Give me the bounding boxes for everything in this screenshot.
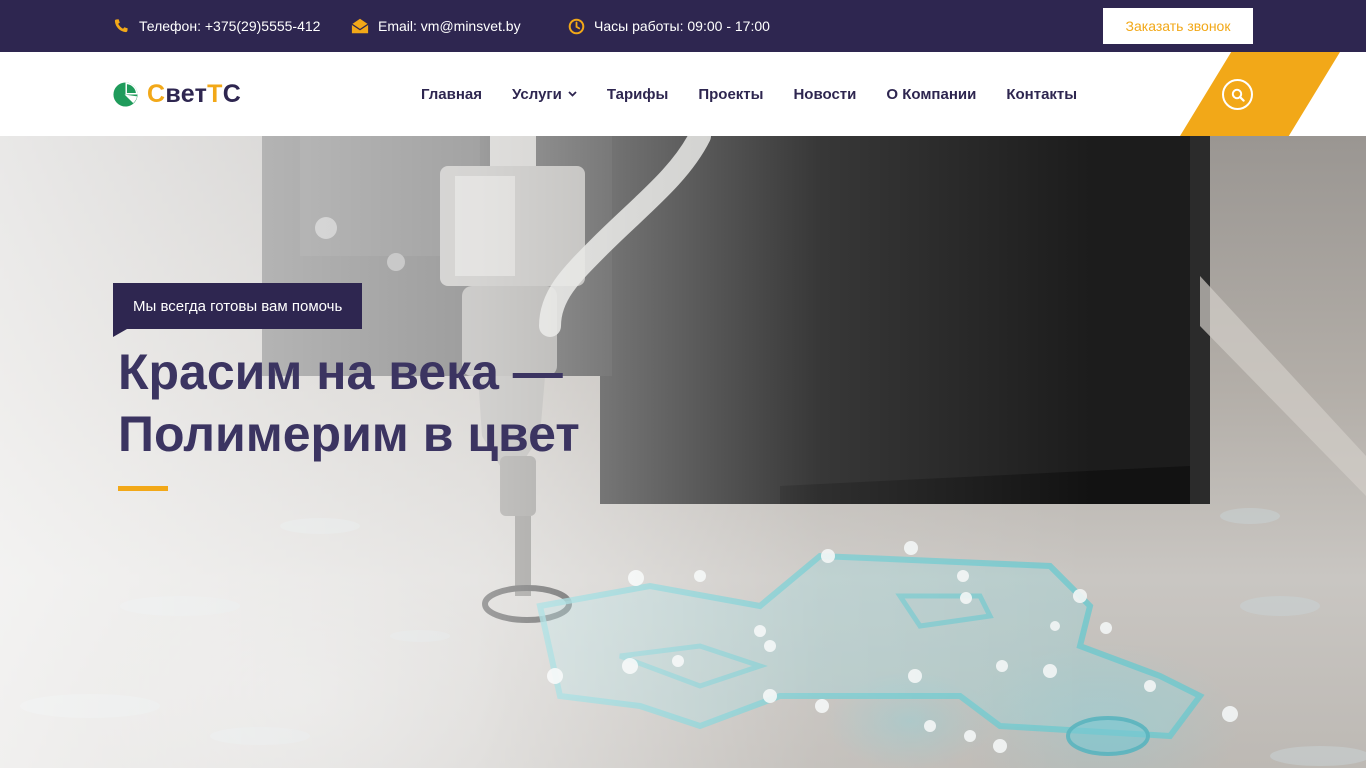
hours-label: Часы работы: 09:00 - 17:00 bbox=[594, 18, 770, 34]
hero-headline-line2: Полимерим в цвет bbox=[118, 406, 580, 462]
search-button[interactable] bbox=[1222, 79, 1253, 110]
logo-icon bbox=[113, 81, 138, 107]
logo-text-part: вет bbox=[165, 79, 208, 108]
nav-item-label: Главная bbox=[421, 85, 483, 103]
chevron-down-icon bbox=[568, 91, 577, 97]
main-nav: Главная Услуги Тарифы Проекты Новости О … bbox=[421, 52, 1077, 136]
nav-item-label: О Компании bbox=[886, 85, 977, 103]
logo-text: СветТС bbox=[147, 80, 241, 109]
top-bar: Телефон: +375(29)5555-412 Email: vm@mins… bbox=[0, 0, 1366, 52]
logo-text-part: С bbox=[147, 79, 166, 108]
nav-item-label: Тарифы bbox=[606, 85, 669, 103]
nav-item-tariffs[interactable]: Тарифы bbox=[607, 86, 668, 103]
phone-icon bbox=[112, 17, 130, 35]
nav-item-about[interactable]: О Компании bbox=[886, 86, 976, 103]
nav-item-home[interactable]: Главная bbox=[421, 86, 482, 103]
order-call-button[interactable]: Заказать звонок bbox=[1103, 8, 1253, 44]
nav-item-label: Услуги bbox=[512, 85, 562, 103]
phone-label: Телефон: +375(29)5555-412 bbox=[139, 18, 321, 34]
logo-text-part: Т bbox=[207, 79, 223, 108]
nav-item-label: Проекты bbox=[698, 85, 764, 103]
nav-item-label: Новости bbox=[793, 85, 857, 103]
envelope-icon bbox=[351, 17, 369, 35]
nav-item-news[interactable]: Новости bbox=[793, 86, 856, 103]
search-icon bbox=[1231, 88, 1245, 102]
site-logo[interactable]: СветТС bbox=[112, 52, 241, 136]
hero-headline-line1: Красим на века — bbox=[118, 344, 563, 400]
main-header: СветТС Главная Услуги Тарифы Проекты Нов… bbox=[0, 52, 1366, 136]
contact-phone[interactable]: Телефон: +375(29)5555-412 bbox=[112, 0, 320, 52]
logo-text-part: С bbox=[222, 79, 242, 108]
contact-email[interactable]: Email: vm@minsvet.by bbox=[351, 0, 521, 52]
clock-icon bbox=[567, 17, 585, 35]
tagline-tail bbox=[113, 329, 127, 337]
hero-banner: Мы всегда готовы вам помочь Красим на ве… bbox=[0, 136, 1366, 768]
nav-item-label: Контакты bbox=[1006, 85, 1078, 103]
search-panel bbox=[1180, 52, 1340, 136]
working-hours: Часы работы: 09:00 - 17:00 bbox=[567, 0, 770, 52]
nav-item-services[interactable]: Услуги bbox=[512, 86, 577, 103]
email-label: Email: vm@minsvet.by bbox=[378, 18, 521, 34]
hero-headline: Красим на века — Полимерим в цвет bbox=[118, 341, 580, 465]
nav-item-contacts[interactable]: Контакты bbox=[1006, 86, 1077, 103]
hero-tagline: Мы всегда готовы вам помочь bbox=[113, 283, 363, 329]
nav-item-projects[interactable]: Проекты bbox=[698, 86, 763, 103]
accent-underline bbox=[118, 486, 168, 491]
